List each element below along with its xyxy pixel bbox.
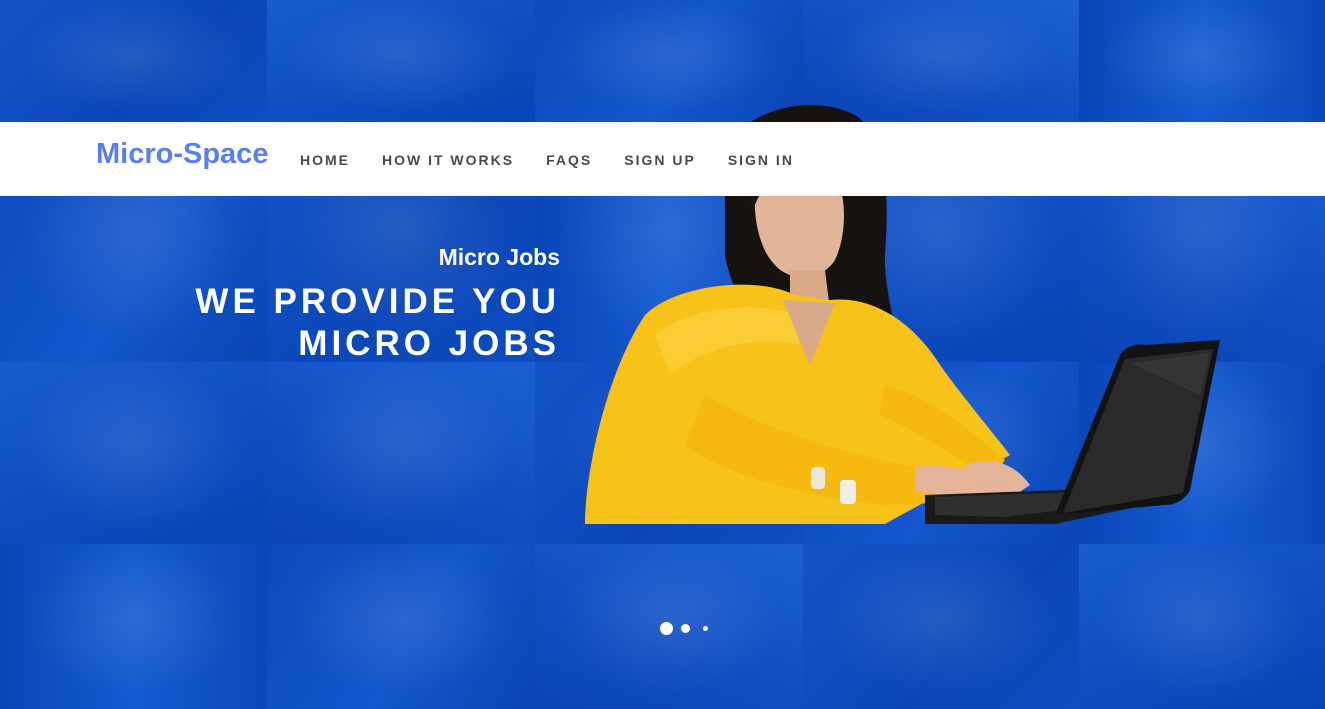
site-header: Micro-Space HOME HOW IT WORKS FAQS SIGN … — [0, 122, 1325, 196]
hero-headline-line-2: MICRO JOBS — [298, 324, 560, 363]
hero-headline-line-1: WE PROVIDE YOU — [195, 282, 560, 321]
background-tile — [0, 362, 267, 544]
main-nav: HOME HOW IT WORKS FAQS SIGN UP SIGN IN — [300, 152, 826, 168]
nav-how-it-works[interactable]: HOW IT WORKS — [382, 152, 514, 168]
background-tile — [1079, 544, 1325, 709]
carousel-dot-2[interactable] — [681, 624, 690, 633]
hero-headline: WE PROVIDE YOU MICRO JOBS — [195, 281, 560, 365]
nav-faqs[interactable]: FAQS — [546, 152, 592, 168]
carousel-dot-3[interactable] — [703, 626, 708, 631]
background-tile — [267, 0, 535, 122]
background-tile — [267, 544, 535, 709]
background-tile — [267, 362, 535, 544]
carousel-indicators — [660, 622, 708, 635]
nav-sign-in[interactable]: SIGN IN — [728, 152, 794, 168]
site-logo[interactable]: Micro-Space — [96, 138, 268, 171]
background-tile — [803, 544, 1079, 709]
carousel-dot-1[interactable] — [660, 622, 673, 635]
nav-home[interactable]: HOME — [300, 152, 350, 168]
nav-sign-up[interactable]: SIGN UP — [624, 152, 696, 168]
background-tile — [0, 544, 267, 709]
hero-kicker: Micro Jobs — [438, 244, 560, 270]
hero-text: Micro Jobs WE PROVIDE YOU MICRO JOBS — [195, 244, 560, 365]
background-tile — [0, 0, 267, 122]
